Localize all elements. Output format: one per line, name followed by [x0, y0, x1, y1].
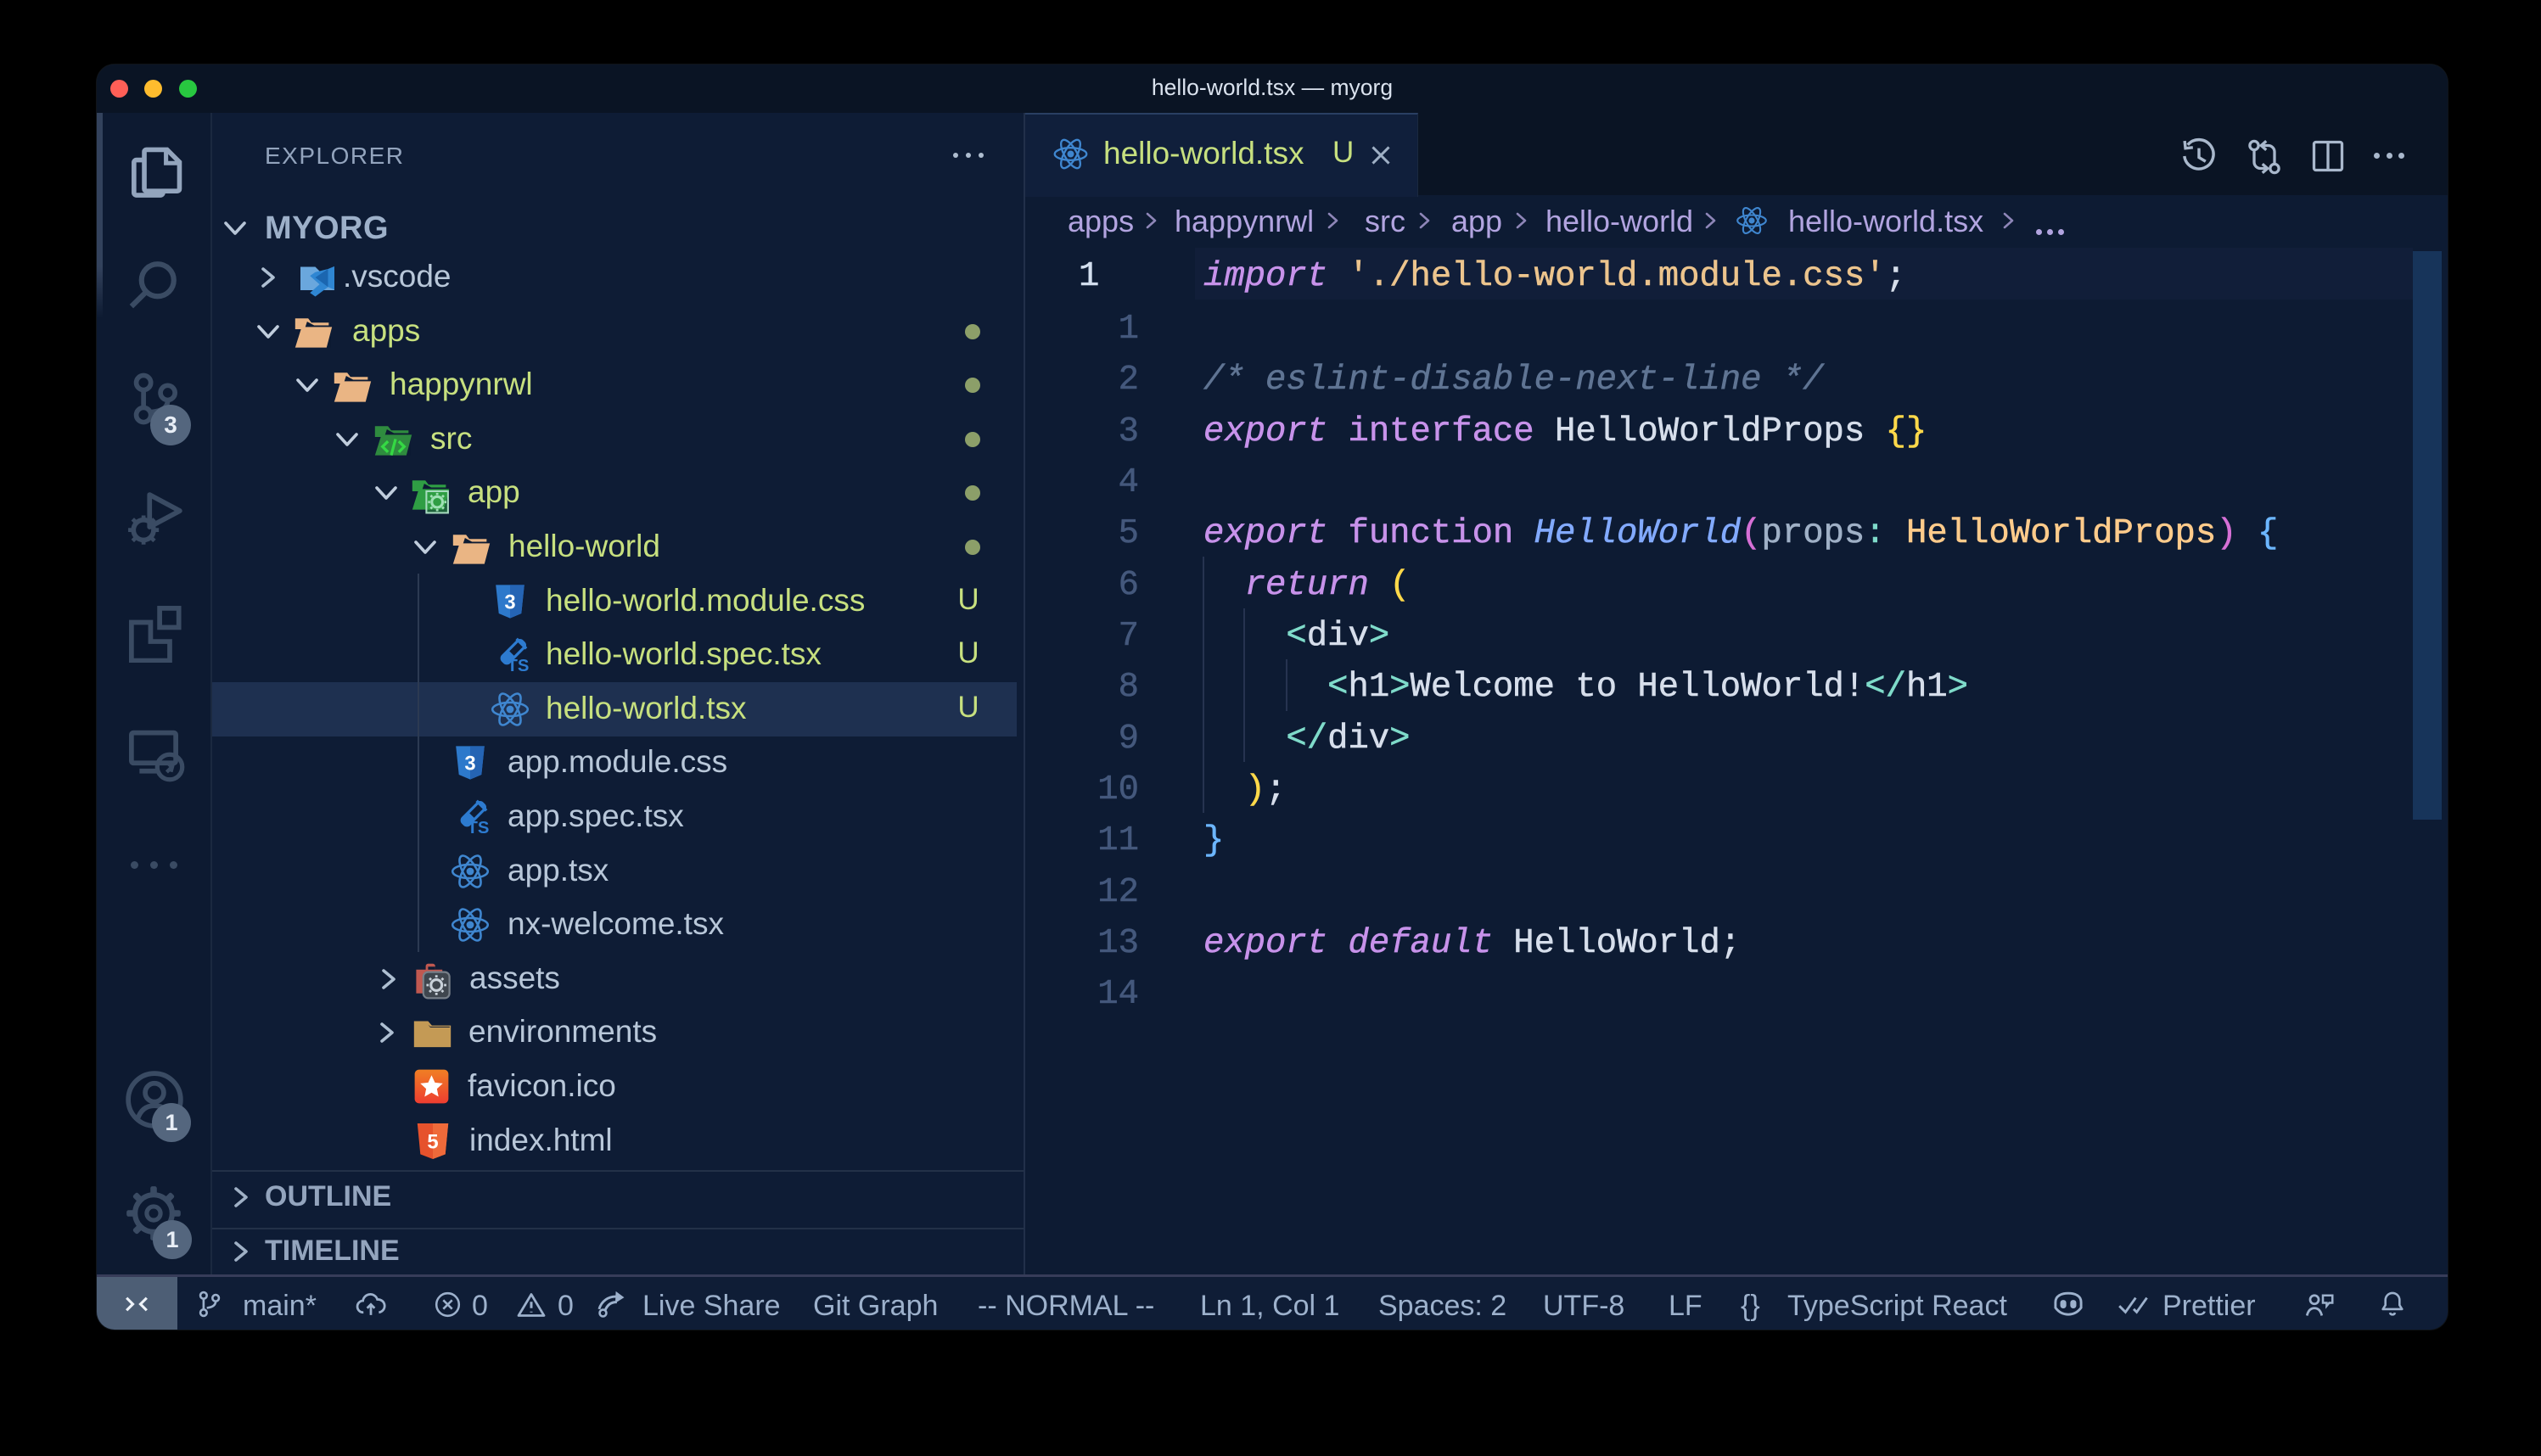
- svg-text:TS: TS: [468, 819, 490, 837]
- svg-text:3: 3: [464, 752, 475, 775]
- svg-text:3: 3: [504, 591, 515, 613]
- svg-text:TS: TS: [508, 657, 530, 675]
- svg-text:5: 5: [427, 1130, 438, 1153]
